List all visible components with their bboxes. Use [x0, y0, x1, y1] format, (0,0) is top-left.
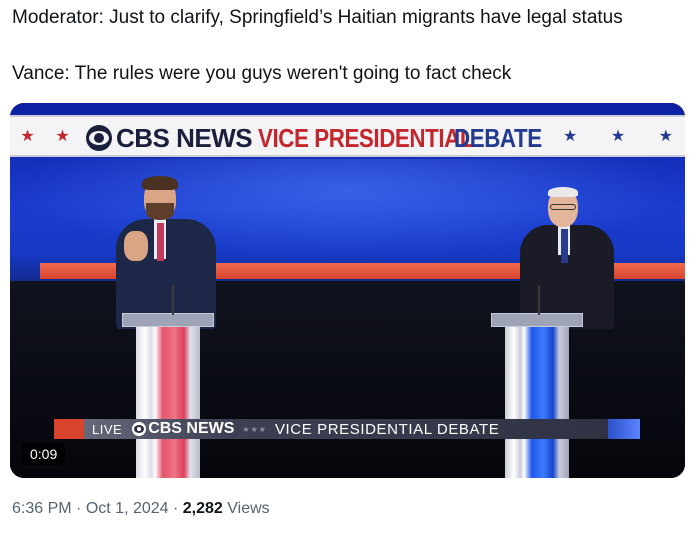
banner-stars-left: ★ ★: [10, 117, 80, 155]
views-count[interactable]: 2,282: [183, 500, 223, 517]
star-icon: ★: [20, 128, 35, 145]
lower-third-title: VICE PRESIDENTIAL DEBATE: [274, 420, 500, 438]
speaker-right-glasses: [550, 204, 576, 210]
microphone-right: [538, 285, 540, 315]
speaker-right-hair: [548, 187, 578, 197]
banner-debate: DEBATE: [454, 122, 542, 153]
tweet-text-line-2: Vance: The rules were you guys weren't g…: [12, 63, 512, 84]
lower-third-cbs-news: CBS NEWS: [148, 420, 235, 437]
speaker-left: [106, 176, 226, 329]
views-label[interactable]: Views: [227, 500, 269, 517]
video-duration-badge: 0:09: [22, 443, 66, 465]
podium-right-column: [505, 327, 569, 478]
cbs-eye-logo-icon: [86, 125, 112, 151]
podium-left-top: [122, 313, 214, 327]
lower-third-stars: ★★★: [242, 424, 267, 434]
banner-brand: CBS NEWS VICE PRESIDENTIAL DEBATE: [86, 121, 556, 155]
banner-stars-right: ★ ★ ★: [563, 117, 673, 155]
star-icon: ★: [658, 128, 673, 145]
lower-third-blue-block: [608, 419, 640, 439]
banner-vice-presidential: VICE PRESIDENTIAL: [258, 122, 474, 153]
tweet-metadata: 6:36 PM · Oct 1, 2024 · 2,282 Views: [12, 500, 270, 518]
tweet-text-line-1: Moderator: Just to clarify, Springfield’…: [12, 7, 623, 28]
star-icon: ★: [55, 128, 70, 145]
microphone-left: [172, 285, 174, 315]
star-icon: ★: [610, 128, 626, 145]
separator-dot: ·: [76, 500, 82, 517]
lower-third-banner: LIVE CBS NEWS ★★★ VICE PRESIDENTIAL DEBA…: [54, 419, 640, 439]
video-player[interactable]: ★ ★ CBS NEWS VICE PRESIDENTIAL DEBATE ★ …: [10, 103, 685, 478]
star-icon: ★: [563, 128, 578, 145]
podium-right-top: [491, 313, 583, 327]
speaker-left-beard: [146, 203, 174, 220]
tweet-time[interactable]: 6:36 PM: [12, 500, 72, 517]
live-label: LIVE: [92, 421, 123, 437]
tweet-date[interactable]: Oct 1, 2024: [86, 500, 169, 517]
podium-right: [491, 313, 583, 478]
lower-third-red-block: [54, 419, 84, 439]
separator-dot: ·: [173, 500, 179, 517]
cbs-eye-logo-icon: [132, 422, 147, 436]
podium-left-column: [136, 327, 200, 478]
speaker-right-tie: [561, 229, 568, 263]
speaker-left-raised-hand: [124, 231, 148, 261]
speaker-left-hair: [142, 176, 178, 190]
banner-cbs-news: CBS NEWS: [116, 122, 253, 153]
podium-left: [122, 313, 214, 478]
speaker-left-tie: [157, 223, 164, 261]
debate-banner: ★ ★ CBS NEWS VICE PRESIDENTIAL DEBATE ★ …: [10, 115, 685, 157]
speaker-right: [516, 187, 618, 329]
